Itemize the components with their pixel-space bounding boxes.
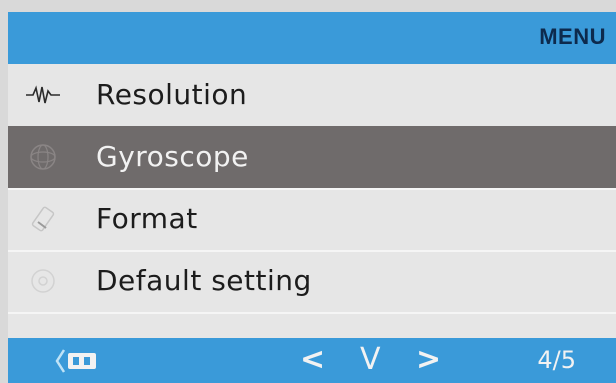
menu-list: Resolution Gyroscope Format Default sett… — [8, 64, 616, 338]
page-indicator: 4/5 — [537, 346, 576, 374]
down-button[interactable]: V — [360, 342, 381, 377]
menu-item-format[interactable]: Format — [8, 188, 616, 252]
footer-bar: < V > 4/5 — [8, 338, 616, 383]
menu-item-gyroscope[interactable]: Gyroscope — [8, 126, 616, 190]
waveform-icon — [26, 80, 60, 110]
menu-item-label: Default setting — [96, 264, 312, 297]
next-button[interactable]: > — [416, 342, 441, 377]
default-setting-icon — [26, 266, 60, 296]
menu-item-label: Format — [96, 202, 198, 235]
format-icon — [26, 204, 60, 234]
menu-item-resolution[interactable]: Resolution — [8, 64, 616, 128]
prev-button[interactable]: < — [300, 342, 325, 377]
gyroscope-icon — [26, 142, 60, 172]
header-bar: MENU — [8, 12, 616, 64]
menu-item-default-setting[interactable]: Default setting — [8, 250, 616, 314]
menu-title: MENU — [539, 24, 606, 49]
menu-item-label: Resolution — [96, 78, 248, 111]
menu-item-label: Gyroscope — [96, 140, 249, 173]
back-icon[interactable] — [54, 347, 102, 375]
